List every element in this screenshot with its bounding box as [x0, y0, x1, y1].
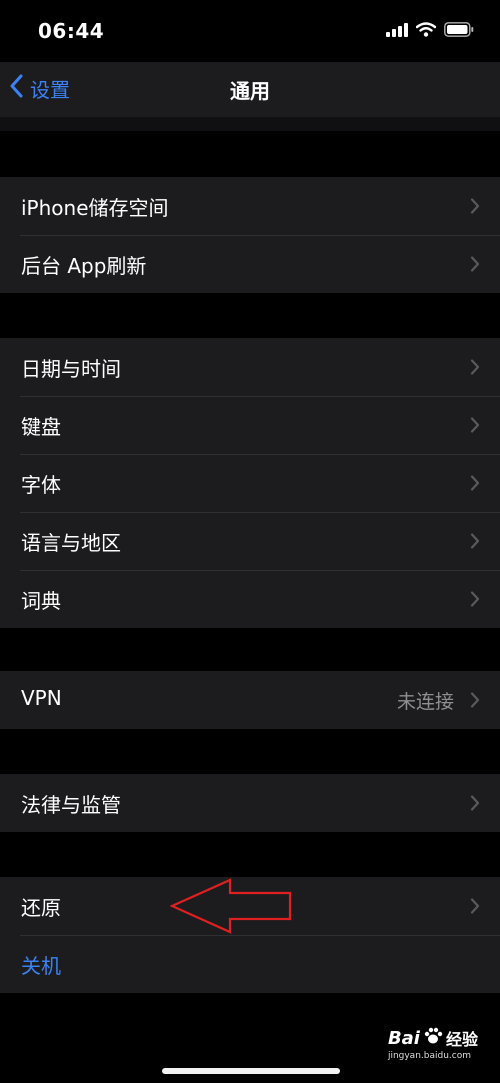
chevron-right-icon — [470, 533, 480, 553]
cellular-signal-icon — [386, 22, 408, 41]
row-label: 语言与地区 — [21, 531, 121, 555]
row-label: 法律与监管 — [21, 793, 121, 817]
header-divider — [0, 117, 500, 131]
row-legal-regulatory[interactable]: 法律与监管 — [0, 774, 500, 832]
chevron-right-icon — [470, 692, 480, 712]
row-label: 日期与时间 — [21, 357, 121, 381]
chevron-right-icon — [470, 591, 480, 611]
status-bar: 06:44 — [0, 0, 500, 62]
settings-group-legal: 法律与监管 — [0, 774, 500, 832]
row-keyboard[interactable]: 键盘 — [0, 396, 500, 454]
row-label: 还原 — [21, 896, 61, 920]
row-label: 词典 — [21, 589, 61, 613]
chevron-right-icon — [470, 898, 480, 918]
chevron-right-icon — [470, 256, 480, 276]
chevron-right-icon — [470, 795, 480, 815]
chevron-right-icon — [470, 198, 480, 218]
row-label: VPN — [21, 686, 62, 710]
row-fonts[interactable]: 字体 — [0, 454, 500, 512]
watermark-url: jingyan.baidu.com — [387, 1051, 471, 1061]
chevron-right-icon — [470, 359, 480, 379]
baidu-jingyan-watermark: Bai 经验 jingyan.baidu.com — [387, 1026, 478, 1062]
chevron-right-icon — [470, 417, 480, 437]
home-indicator[interactable] — [162, 1068, 340, 1074]
paw-icon — [423, 1026, 443, 1050]
row-date-time[interactable]: 日期与时间 — [0, 338, 500, 396]
row-label: 键盘 — [21, 415, 61, 439]
settings-group-vpn: VPN 未连接 — [0, 671, 500, 729]
vpn-status-value: 未连接 — [396, 691, 454, 713]
settings-group-locale: 日期与时间 键盘 字体 语言与地区 词典 — [0, 338, 500, 628]
row-iphone-storage[interactable]: iPhone储存空间 — [0, 177, 500, 235]
row-label: 字体 — [21, 473, 61, 497]
status-icons — [386, 22, 474, 41]
watermark-suffix: 经验 — [445, 1030, 478, 1049]
row-language-region[interactable]: 语言与地区 — [0, 512, 500, 570]
row-label: iPhone储存空间 — [21, 196, 169, 220]
shutdown-label: 关机 — [21, 954, 61, 978]
nav-bar: 设置 通用 — [0, 62, 500, 118]
row-vpn[interactable]: VPN 未连接 — [0, 671, 500, 729]
row-dictionary[interactable]: 词典 — [0, 570, 500, 628]
page-title: 通用 — [230, 79, 270, 103]
watermark-brand: Bai — [387, 1027, 420, 1049]
row-label: 后台 App刷新 — [21, 254, 147, 278]
annotation-arrow-icon — [169, 878, 294, 938]
chevron-right-icon — [470, 475, 480, 495]
row-background-app-refresh[interactable]: 后台 App刷新 — [0, 235, 500, 293]
shutdown-button[interactable]: 关机 — [0, 935, 500, 993]
wifi-icon — [415, 22, 437, 41]
settings-group-storage: iPhone储存空间 后台 App刷新 — [0, 177, 500, 293]
battery-icon — [444, 22, 474, 41]
status-time: 06:44 — [38, 19, 105, 43]
